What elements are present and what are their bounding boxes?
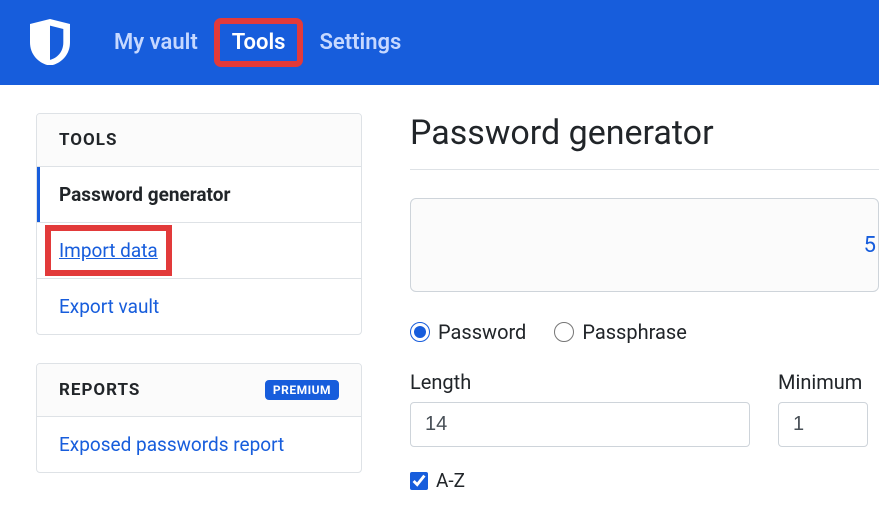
radio-passphrase-input[interactable] bbox=[554, 322, 574, 342]
minimum-input[interactable] bbox=[778, 402, 868, 447]
radio-passphrase-label: Passphrase bbox=[582, 320, 686, 344]
nav-tools[interactable]: Tools bbox=[218, 22, 300, 63]
reports-header: REPORTS PREMIUM bbox=[37, 364, 361, 417]
sidebar-item-password-generator[interactable]: Password generator bbox=[37, 167, 361, 223]
tools-header: TOOLS bbox=[37, 114, 361, 167]
length-input[interactable] bbox=[410, 402, 750, 447]
generated-fragment: 5 bbox=[864, 233, 876, 258]
type-radio-group: Password Passphrase bbox=[410, 320, 879, 344]
radio-password-input[interactable] bbox=[410, 322, 430, 342]
shield-icon bbox=[30, 19, 70, 66]
sidebar-item-exposed-passwords[interactable]: Exposed passwords report bbox=[37, 417, 361, 472]
length-row: Length Minimum bbox=[410, 370, 879, 447]
nav-links: My vault Tools Settings bbox=[100, 22, 415, 63]
minimum-label: Minimum bbox=[778, 370, 868, 394]
reports-header-label: REPORTS bbox=[59, 380, 140, 400]
tools-header-label: TOOLS bbox=[59, 130, 117, 150]
content-area: TOOLS Password generator Import data Exp… bbox=[0, 85, 879, 501]
reports-card: REPORTS PREMIUM Exposed passwords report bbox=[36, 363, 362, 473]
tools-card: TOOLS Password generator Import data Exp… bbox=[36, 113, 362, 335]
radio-password[interactable]: Password bbox=[410, 320, 526, 344]
checkbox-az-input[interactable] bbox=[410, 472, 428, 490]
sidebar: TOOLS Password generator Import data Exp… bbox=[36, 113, 362, 501]
sidebar-item-label: Password generator bbox=[59, 183, 230, 206]
sidebar-item-label: Import data bbox=[59, 239, 158, 262]
sidebar-item-export-vault[interactable]: Export vault bbox=[37, 279, 361, 334]
sidebar-item-label: Exposed passwords report bbox=[59, 433, 284, 456]
radio-passphrase[interactable]: Passphrase bbox=[554, 320, 686, 344]
length-field: Length bbox=[410, 370, 750, 447]
checkbox-az-label: A-Z bbox=[436, 469, 465, 492]
radio-password-label: Password bbox=[438, 320, 526, 344]
sidebar-item-import-data[interactable]: Import data bbox=[37, 223, 361, 279]
premium-badge: PREMIUM bbox=[265, 380, 339, 400]
length-label: Length bbox=[410, 370, 750, 394]
nav-my-vault[interactable]: My vault bbox=[100, 22, 212, 63]
nav-settings[interactable]: Settings bbox=[305, 22, 415, 63]
sidebar-item-label: Export vault bbox=[59, 295, 159, 318]
divider bbox=[410, 169, 879, 170]
generated-password-display: 5 bbox=[410, 198, 879, 292]
minimum-field: Minimum bbox=[778, 370, 868, 447]
main-panel: Password generator 5 Password Passphrase… bbox=[410, 113, 879, 501]
page-title: Password generator bbox=[410, 113, 879, 153]
top-navbar: My vault Tools Settings bbox=[0, 0, 879, 85]
checkbox-az[interactable]: A-Z bbox=[410, 469, 879, 492]
brand-logo[interactable] bbox=[30, 19, 70, 67]
